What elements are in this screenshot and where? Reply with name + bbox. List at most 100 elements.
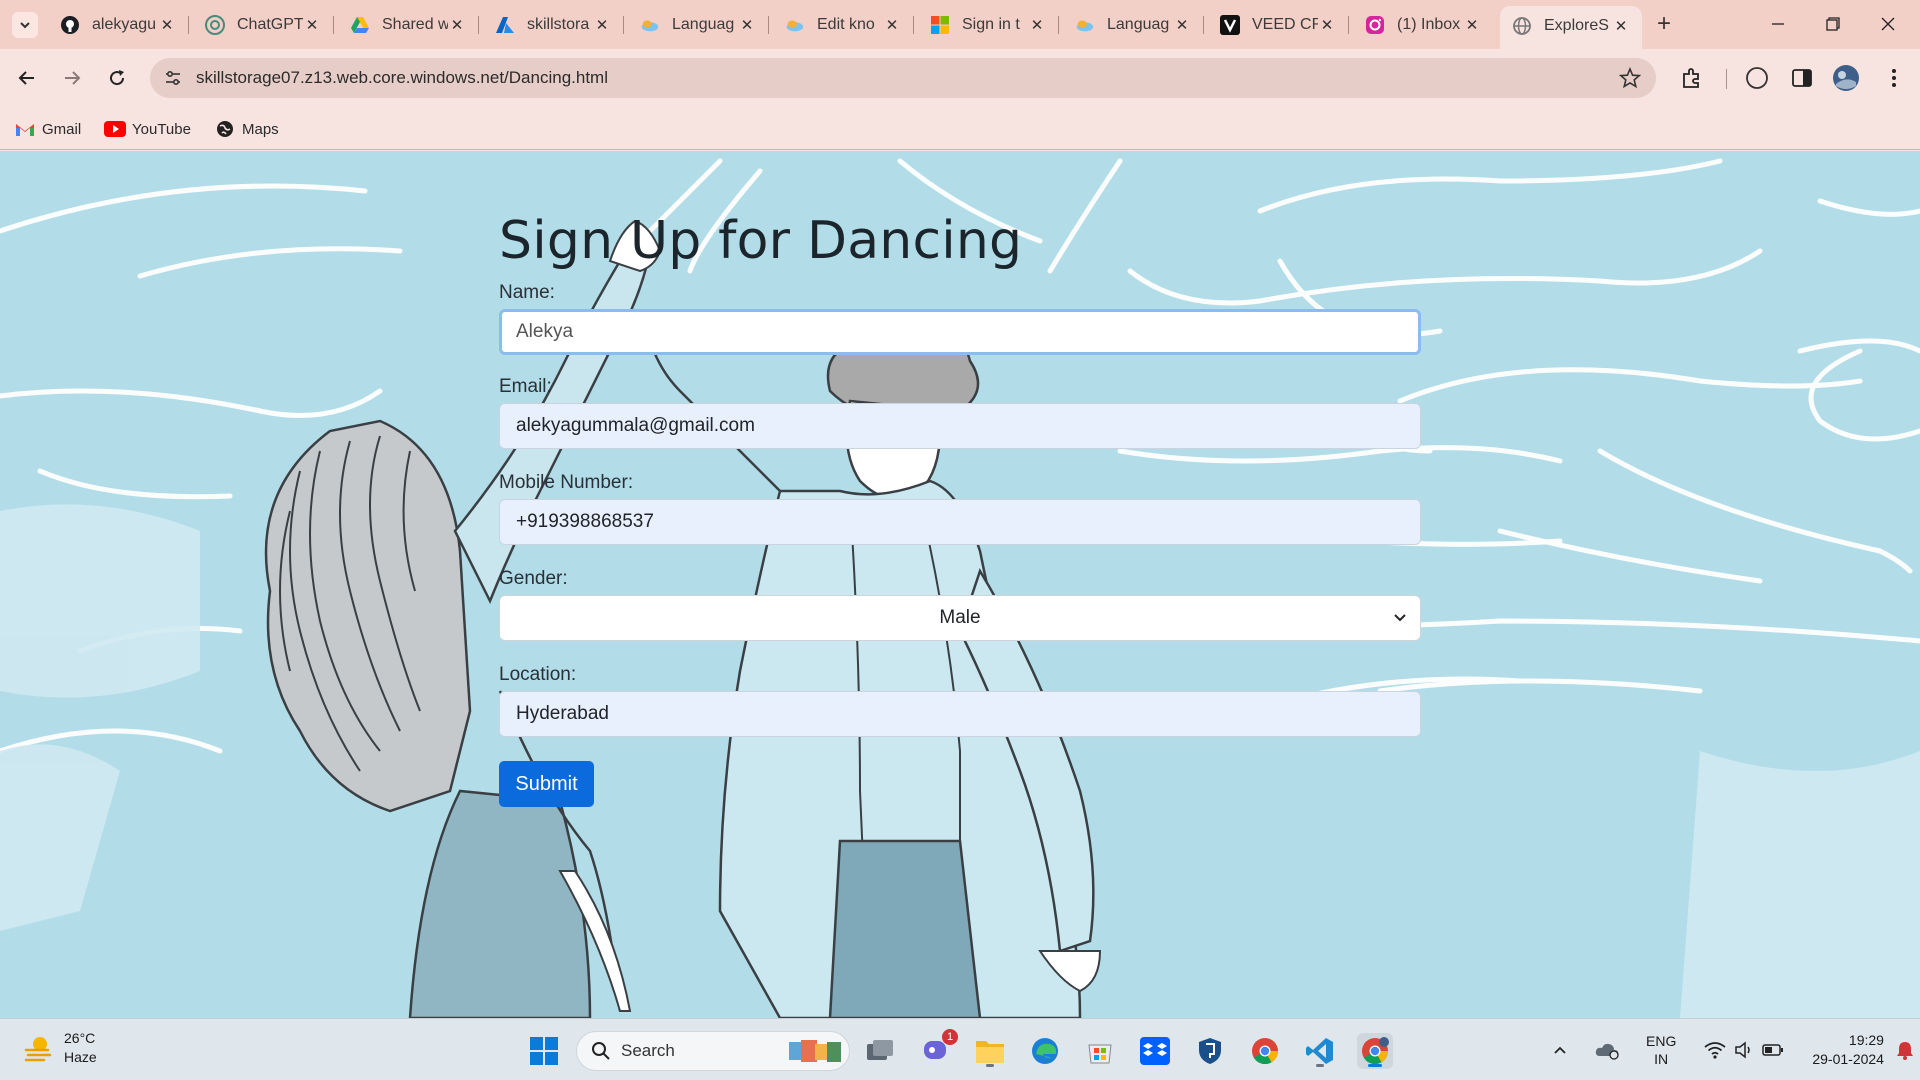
tab-language-1[interactable]: Languag ✕	[628, 8, 769, 42]
microsoft-store-icon[interactable]	[1082, 1033, 1118, 1069]
tab-language-2[interactable]: Languag ✕	[1063, 8, 1204, 42]
mobile-field[interactable]: +919398868537	[499, 499, 1421, 545]
tab-title: VEED CR	[1252, 16, 1318, 33]
submit-button[interactable]: Submit	[499, 761, 594, 807]
gender-select[interactable]: Male	[499, 595, 1421, 641]
extensions-icon[interactable]	[1678, 64, 1706, 92]
bookmark-maps[interactable]: Maps	[214, 116, 279, 142]
dropbox-icon[interactable]	[1137, 1033, 1173, 1069]
azure-icon	[495, 15, 515, 35]
chevron-up-icon[interactable]	[1552, 1042, 1568, 1058]
onedrive-icon[interactable]	[1594, 1040, 1620, 1060]
taskbar-search[interactable]: Search	[576, 1031, 850, 1071]
close-icon[interactable]: ✕	[883, 16, 901, 34]
gender-selected-value: Male	[939, 607, 981, 628]
location-field[interactable]: Hyderabad	[499, 691, 1421, 737]
close-icon[interactable]: ✕	[1612, 17, 1630, 35]
email-field[interactable]: alekyagummala@gmail.com	[499, 403, 1421, 449]
globe-icon	[1512, 16, 1532, 36]
performance-icon[interactable]	[1743, 64, 1771, 92]
site-info-icon[interactable]	[162, 67, 184, 89]
chevron-down-icon	[1394, 614, 1406, 622]
tab-github[interactable]: alekyagu ✕	[48, 8, 189, 42]
reload-button[interactable]	[100, 61, 134, 95]
close-window-button[interactable]	[1866, 8, 1910, 40]
clock-time: 19:29	[1848, 1032, 1884, 1048]
bookmark-star-icon[interactable]	[1618, 66, 1642, 90]
clock-date: 29-01-2024	[1812, 1051, 1884, 1067]
back-button[interactable]	[10, 61, 44, 95]
tab-title: (1) Inbox	[1397, 16, 1461, 33]
side-panel-icon[interactable]	[1788, 64, 1816, 92]
language-indicator[interactable]: ENG IN	[1646, 1032, 1676, 1068]
restore-button[interactable]	[1811, 8, 1855, 40]
bookmark-youtube[interactable]: YouTube	[104, 116, 191, 142]
close-icon[interactable]: ✕	[1028, 16, 1046, 34]
tab-microsoft-sign-in[interactable]: Sign in t ✕	[918, 8, 1059, 42]
tab-separator	[768, 16, 769, 34]
teams-chat-icon[interactable]: 1	[918, 1029, 958, 1069]
kebab-menu-icon[interactable]	[1880, 64, 1908, 92]
profile-avatar[interactable]	[1832, 64, 1860, 92]
close-icon[interactable]: ✕	[303, 16, 321, 34]
url-text[interactable]: skillstorage07.z13.web.core.windows.net/…	[196, 68, 608, 88]
close-icon[interactable]: ✕	[593, 16, 611, 34]
tab-strip: alekyagu ✕ ChatGPT ✕ Shared w ✕ skillsto…	[0, 0, 1920, 49]
volume-icon[interactable]	[1734, 1041, 1754, 1059]
defender-icon[interactable]	[1192, 1033, 1228, 1069]
chrome-profile-active-icon[interactable]	[1357, 1033, 1393, 1069]
search-label: Search	[621, 1041, 675, 1060]
tab-chatgpt[interactable]: ChatGPT ✕	[193, 8, 334, 42]
tab-separator	[913, 16, 914, 34]
chrome-icon[interactable]	[1247, 1033, 1283, 1069]
task-view-icon[interactable]	[862, 1033, 898, 1069]
search-highlight-icon	[789, 1040, 841, 1062]
minimize-button[interactable]	[1756, 8, 1800, 40]
weather-widget[interactable]: 26°C Haze	[22, 1029, 97, 1067]
tab-veed[interactable]: VEED CR ✕	[1208, 8, 1349, 42]
windows-logo-icon	[530, 1037, 558, 1065]
close-icon[interactable]: ✕	[158, 16, 176, 34]
gmail-icon	[14, 120, 36, 138]
tab-instagram[interactable]: (1) Inbox ✕	[1353, 8, 1493, 42]
bookmarks-bar: Gmail YouTube Maps	[0, 108, 1920, 150]
tab-azure[interactable]: skillstora ✕	[483, 8, 624, 42]
vscode-icon[interactable]	[1302, 1033, 1338, 1069]
close-icon[interactable]: ✕	[1173, 16, 1191, 34]
wifi-icon[interactable]	[1704, 1041, 1726, 1059]
tab-separator	[333, 16, 334, 34]
location-label: Location:	[499, 664, 577, 685]
close-icon	[1881, 17, 1895, 31]
tab-separator	[1348, 16, 1349, 34]
tab-google-drive[interactable]: Shared w ✕	[338, 8, 479, 42]
tab-edit-knowledge[interactable]: Edit kno ✕	[773, 8, 914, 42]
start-button[interactable]	[526, 1033, 562, 1069]
file-explorer-icon[interactable]	[972, 1033, 1008, 1069]
close-icon[interactable]: ✕	[1318, 16, 1336, 34]
close-icon[interactable]: ✕	[1463, 16, 1481, 34]
google-drive-icon	[350, 15, 370, 35]
notification-bell-icon[interactable]	[1896, 1040, 1914, 1060]
windows-taskbar: 26°C Haze Search 1 ENG IN 19:29 29-01-20…	[0, 1018, 1920, 1080]
forward-button[interactable]	[55, 61, 89, 95]
close-icon[interactable]: ✕	[738, 16, 756, 34]
tab-title: Sign in t	[962, 16, 1020, 33]
weather-temperature: 26°C	[64, 1030, 96, 1046]
tab-explore-active[interactable]: ExploreS ✕	[1500, 6, 1642, 49]
page-content: Sign Up for Dancing Name: Alekya Email: …	[0, 151, 1920, 1018]
address-bar[interactable]: skillstorage07.z13.web.core.windows.net/…	[150, 58, 1656, 98]
edge-icon[interactable]	[1027, 1033, 1063, 1069]
new-tab-button[interactable]: +	[1650, 10, 1678, 38]
tab-separator	[1058, 16, 1059, 34]
battery-icon[interactable]	[1762, 1043, 1784, 1057]
bookmark-gmail[interactable]: Gmail	[14, 116, 81, 142]
veed-icon	[1220, 15, 1240, 35]
close-icon[interactable]: ✕	[448, 16, 466, 34]
weather-description: Haze	[64, 1049, 97, 1065]
name-field[interactable]: Alekya	[499, 309, 1421, 355]
plus-icon: +	[1656, 10, 1671, 37]
tab-title: Languag	[672, 16, 735, 33]
tab-search-button[interactable]	[12, 12, 38, 38]
clock[interactable]: 19:29 29-01-2024	[1812, 1031, 1884, 1069]
tab-title: ChatGPT	[237, 16, 303, 33]
